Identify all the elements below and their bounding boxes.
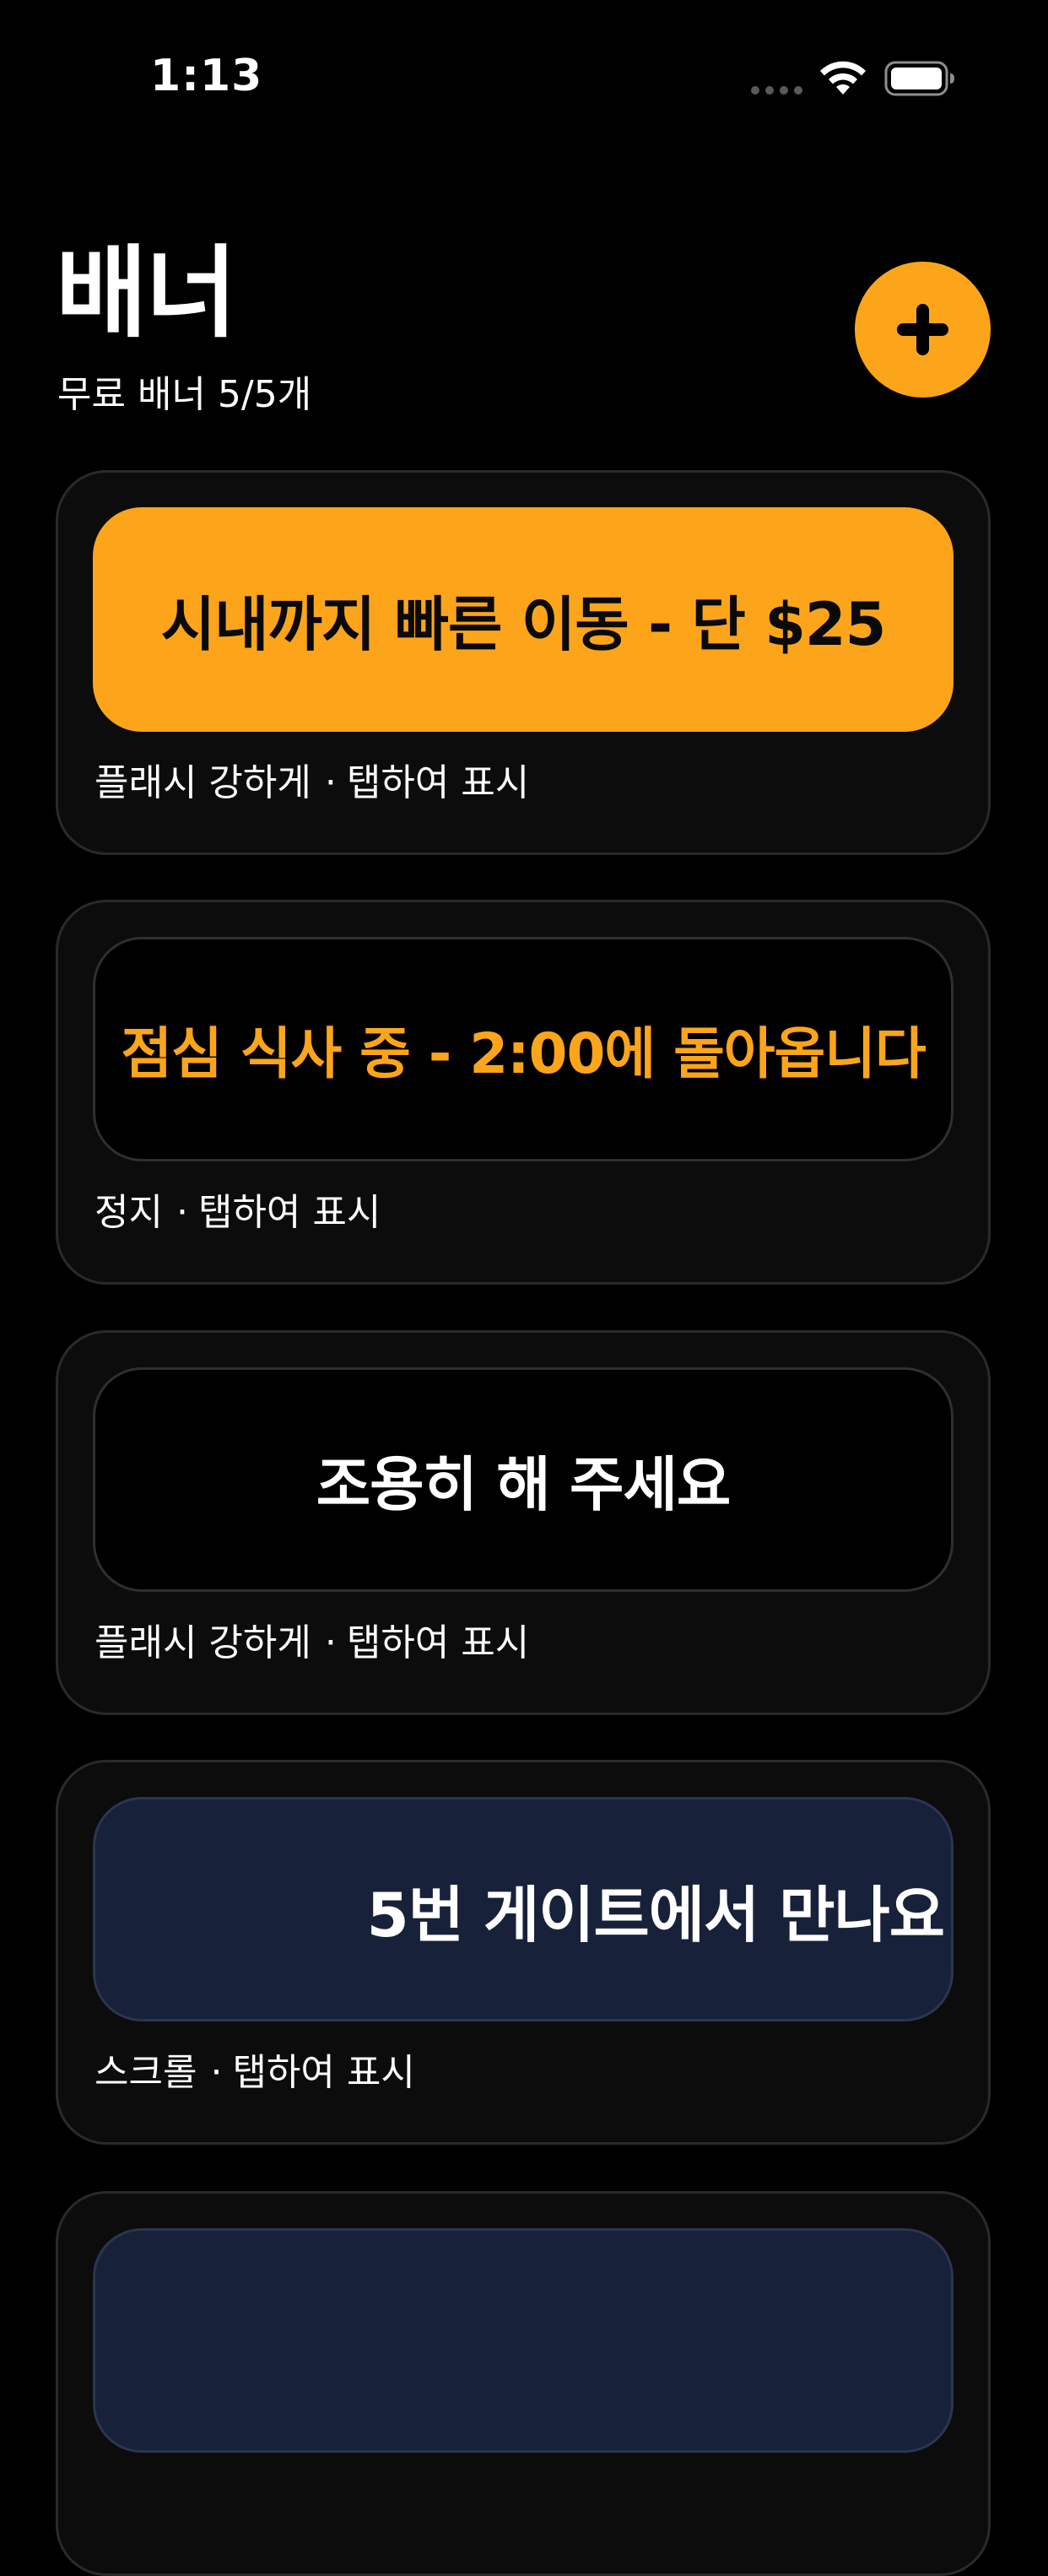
banner-effect-label: 플래시 강하게 [95, 761, 311, 804]
banner-card[interactable]: 시내까지 빠른 이동 - 단 $25 플래시 강하게 · 탭하여 표시 [56, 470, 991, 855]
wifi-icon [820, 61, 866, 95]
banner-action-label: 탭하여 표시 [232, 2051, 415, 2094]
banner-meta: 정지 · 탭하여 표시 [95, 1189, 381, 1237]
banner-action-label: 탭하여 표시 [197, 1191, 381, 1234]
banner-card[interactable]: 점심 식사 중 - 2:00에 돌아옵니다 정지 · 탭하여 표시 [56, 900, 991, 1285]
banner-preview-text: 시내까지 빠른 이동 - 단 $25 [160, 589, 887, 659]
banner-card[interactable]: 조용히 해 주세요 플래시 강하게 · 탭하여 표시 [56, 1330, 991, 1715]
banner-effect-label: 스크롤 [95, 2051, 197, 2094]
banner-effect-label: 정지 [95, 1191, 163, 1234]
meta-separator: · [176, 1191, 188, 1234]
banner-effect-label: 플래시 강하게 [95, 1621, 311, 1664]
banner-meta: 플래시 강하게 · 탭하여 표시 [95, 1620, 529, 1667]
add-banner-button[interactable] [855, 262, 991, 398]
banner-preview-text: 5번 게이트에서 만나요 [366, 1879, 945, 1951]
banner-preview[interactable]: 시내까지 빠른 이동 - 단 $25 [93, 507, 953, 732]
banner-card[interactable] [56, 2191, 991, 2576]
cellular-signal-icon [751, 86, 803, 95]
battery-icon [884, 61, 954, 96]
banner-count-subtitle: 무료 배너 5/5개 [57, 373, 312, 416]
page-title: 배너 [56, 235, 237, 351]
meta-separator: · [210, 2051, 223, 2094]
banner-preview[interactable]: 점심 식사 중 - 2:00에 돌아옵니다 [93, 937, 953, 1161]
banner-preview-text: 점심 식사 중 - 2:00에 돌아옵니다 [121, 1021, 926, 1086]
banner-meta: 플래시 강하게 · 탭하여 표시 [95, 760, 529, 807]
meta-separator: · [324, 761, 337, 804]
banner-preview[interactable] [93, 2228, 953, 2453]
plus-icon [897, 304, 948, 355]
banner-preview[interactable]: 5번 게이트에서 만나요 [93, 1797, 953, 2021]
banner-action-label: 탭하여 표시 [346, 1621, 530, 1664]
banner-action-label: 탭하여 표시 [346, 761, 530, 804]
banner-preview-text: 조용히 해 주세요 [316, 1449, 732, 1519]
banner-card[interactable]: 5번 게이트에서 만나요 스크롤 · 탭하여 표시 [56, 1760, 991, 2145]
banner-preview-text [95, 2231, 951, 2450]
meta-separator: · [324, 1621, 337, 1664]
status-bar: 1:13 [0, 0, 1048, 160]
banner-meta: 스크롤 · 탭하여 표시 [95, 2049, 415, 2097]
status-time: 1:13 [150, 51, 263, 101]
banner-preview[interactable]: 조용히 해 주세요 [93, 1367, 953, 1592]
